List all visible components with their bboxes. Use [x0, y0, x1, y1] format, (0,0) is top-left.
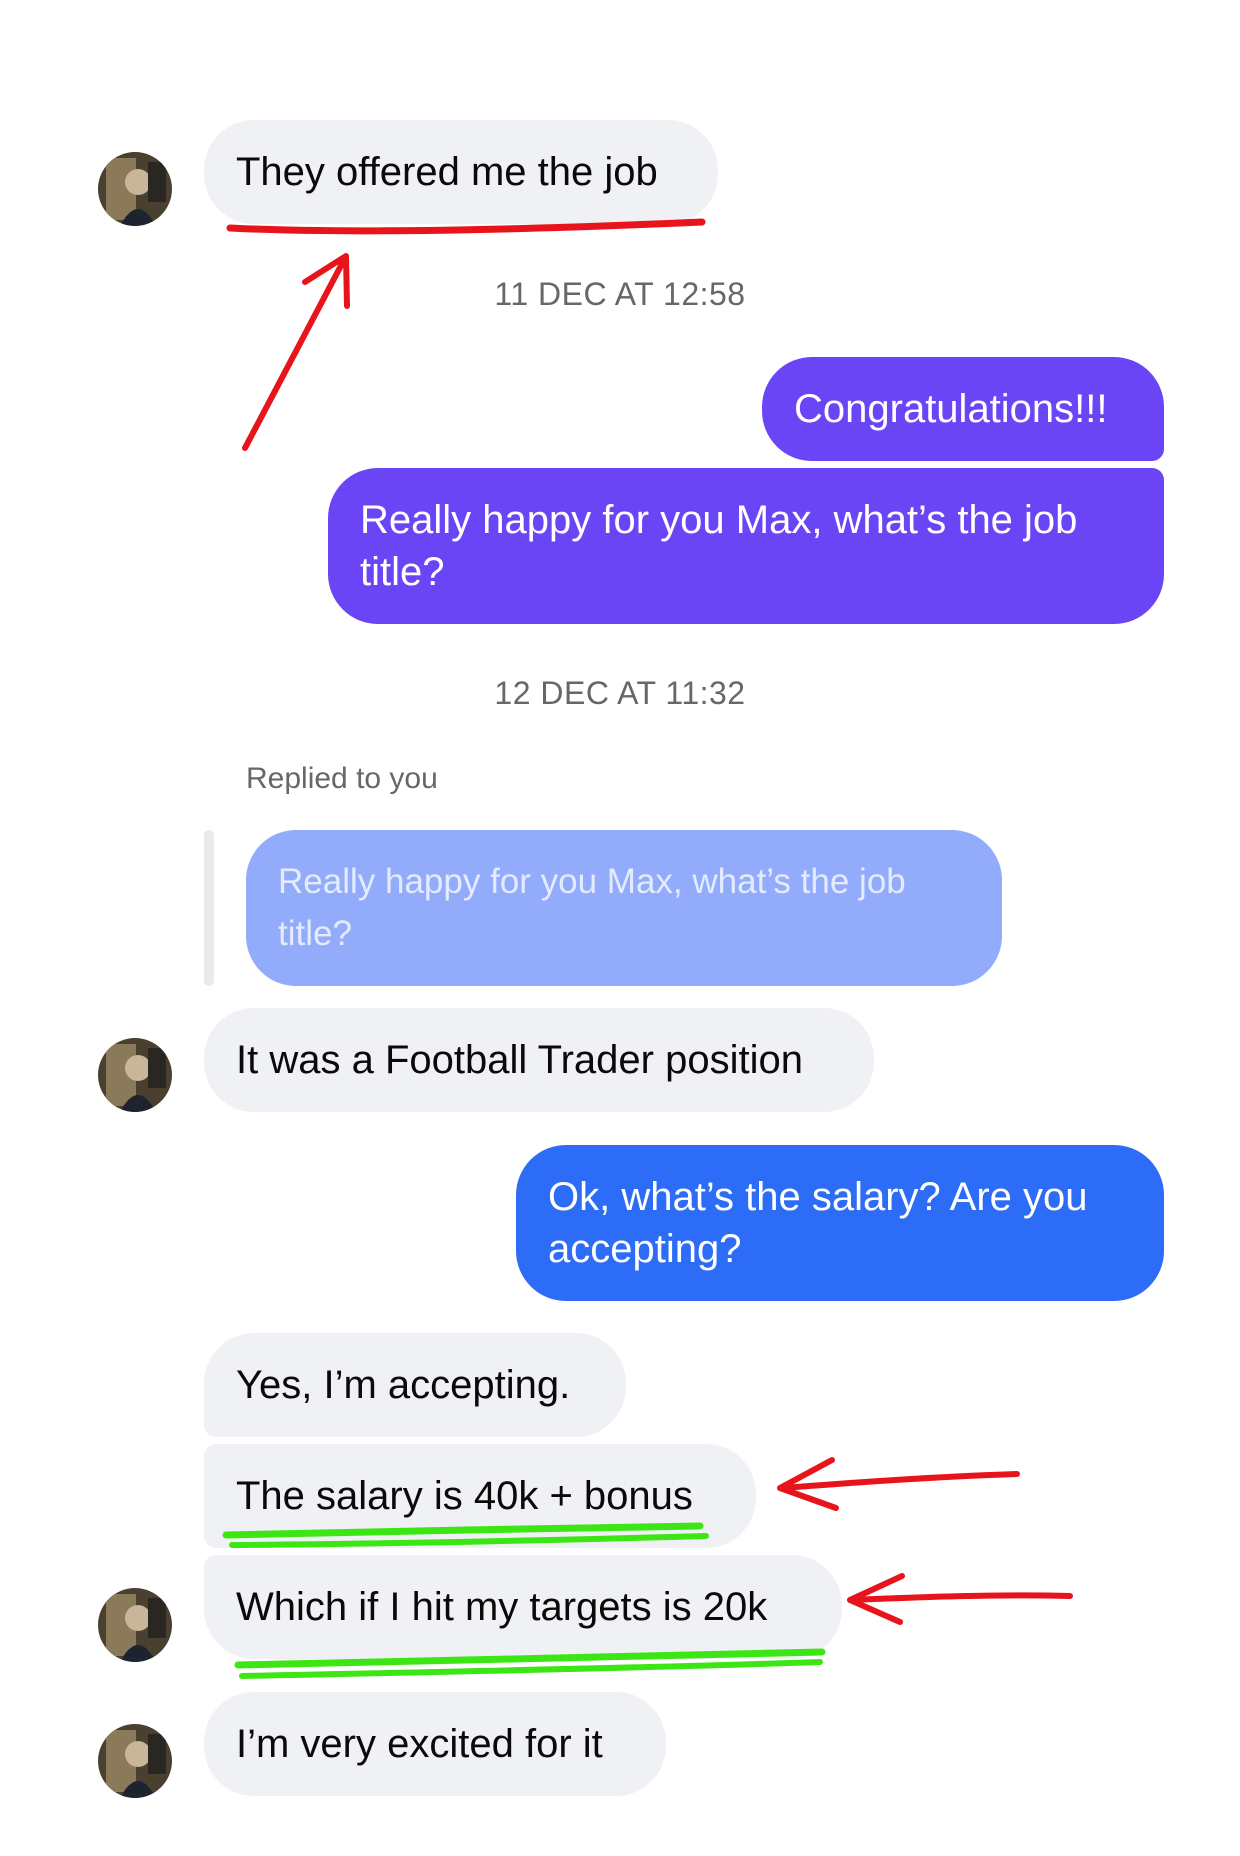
avatar[interactable]	[98, 1038, 172, 1112]
red-arrow-icon	[849, 1592, 1073, 1603]
message-bubble[interactable]: Really happy for you Max, what’s the job…	[328, 468, 1164, 624]
message-bubble[interactable]: It was a Football Trader position	[204, 1008, 874, 1112]
message-bubble[interactable]: Congratulations!!!	[762, 357, 1164, 461]
quote-bar	[204, 830, 214, 986]
message-bubble[interactable]: I’m very excited for it	[204, 1692, 666, 1796]
message-bubble[interactable]: The salary is 40k + bonus	[204, 1444, 756, 1548]
red-arrow-icon	[779, 1471, 1020, 1491]
avatar[interactable]	[98, 1724, 172, 1798]
quoted-message[interactable]: Really happy for you Max, what’s the job…	[246, 830, 1002, 986]
avatar-icon	[98, 152, 172, 226]
message-bubble[interactable]: Yes, I’m accepting.	[204, 1333, 626, 1437]
avatar[interactable]	[98, 152, 172, 226]
timestamp: 12 DEC AT 11:32	[494, 675, 746, 711]
avatar-icon	[98, 1724, 172, 1798]
message-bubble[interactable]: Ok, what’s the salary? Are you accepting…	[516, 1145, 1164, 1301]
reply-label: Replied to you	[246, 762, 438, 795]
avatar-icon	[98, 1038, 172, 1112]
message-bubble[interactable]: They offered me the job	[204, 120, 718, 224]
avatar-icon	[98, 1588, 172, 1662]
message-bubble[interactable]: Which if I hit my targets is 20k	[204, 1555, 842, 1659]
timestamp: 11 DEC AT 12:58	[494, 276, 746, 312]
avatar[interactable]	[98, 1588, 172, 1662]
